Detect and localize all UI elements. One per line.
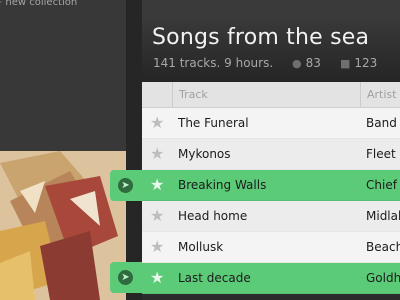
gutter bbox=[126, 0, 142, 300]
new-collection-link[interactable]: +new collection bbox=[0, 0, 77, 8]
playlist-title: Songs from the sea bbox=[152, 25, 370, 50]
column-artist[interactable]: Artist bbox=[360, 82, 400, 108]
track-row-highlighted[interactable]: ★ Breaking Walls Chief bbox=[142, 170, 400, 201]
column-track[interactable]: Track bbox=[172, 82, 360, 108]
track-name: Last decade bbox=[178, 271, 251, 285]
track-row-highlighted[interactable]: ★ Last decade Goldhe bbox=[142, 263, 400, 294]
track-artist: Goldhe bbox=[366, 271, 400, 285]
track-list: ★ The Funeral Band of ★ Mykonos Fleet Fo… bbox=[142, 108, 400, 300]
person-icon: ● bbox=[292, 57, 302, 70]
sidebar: +new collection bbox=[0, 0, 126, 300]
comments-count: 123 bbox=[354, 56, 378, 70]
star-icon[interactable]: ★ bbox=[150, 144, 164, 163]
album-art[interactable] bbox=[0, 151, 126, 300]
followers-stat[interactable]: ● 83 bbox=[292, 56, 321, 70]
star-icon[interactable]: ★ bbox=[150, 206, 164, 225]
track-name: Breaking Walls bbox=[178, 178, 267, 192]
track-name: Head home bbox=[178, 209, 248, 223]
playlist-meta: 141 tracks. 9 hours. bbox=[153, 56, 274, 70]
track-artist: Chief bbox=[366, 178, 397, 192]
track-name: Mykonos bbox=[178, 147, 231, 161]
column-star[interactable] bbox=[142, 82, 172, 108]
playlist-header: Songs from the sea 141 tracks. 9 hours. … bbox=[142, 0, 400, 82]
comments-stat[interactable]: ■ 123 bbox=[340, 56, 377, 70]
play-tab[interactable]: ➤ bbox=[110, 262, 142, 293]
play-tab[interactable]: ➤ bbox=[110, 170, 142, 201]
track-row[interactable]: ★ The Funeral Band of bbox=[142, 108, 400, 139]
track-artist: Beach bbox=[366, 240, 400, 254]
track-row[interactable]: ★ Mollusk Beach bbox=[142, 232, 400, 263]
star-icon[interactable]: ★ bbox=[150, 175, 164, 194]
plus-icon: + bbox=[0, 0, 2, 8]
track-name: Mollusk bbox=[178, 240, 224, 254]
star-icon[interactable]: ★ bbox=[150, 268, 164, 287]
track-row[interactable]: ★ Mykonos Fleet Fo bbox=[142, 139, 400, 170]
followers-count: 83 bbox=[305, 56, 321, 70]
column-header: Track Artist bbox=[142, 82, 400, 108]
track-name: The Funeral bbox=[178, 116, 249, 130]
compass-icon: ➤ bbox=[118, 178, 133, 193]
new-collection-label: new collection bbox=[5, 0, 78, 8]
star-icon[interactable]: ★ bbox=[150, 237, 164, 256]
star-icon[interactable]: ★ bbox=[150, 113, 164, 132]
track-artist: Band of bbox=[366, 116, 400, 130]
compass-icon: ➤ bbox=[118, 270, 133, 285]
track-artist: Fleet Fo bbox=[366, 147, 400, 161]
header-strip bbox=[142, 0, 400, 18]
track-row[interactable]: ★ Head home Midlake bbox=[142, 201, 400, 232]
speech-bubble-icon: ■ bbox=[340, 57, 351, 70]
track-artist: Midlake bbox=[366, 209, 400, 223]
